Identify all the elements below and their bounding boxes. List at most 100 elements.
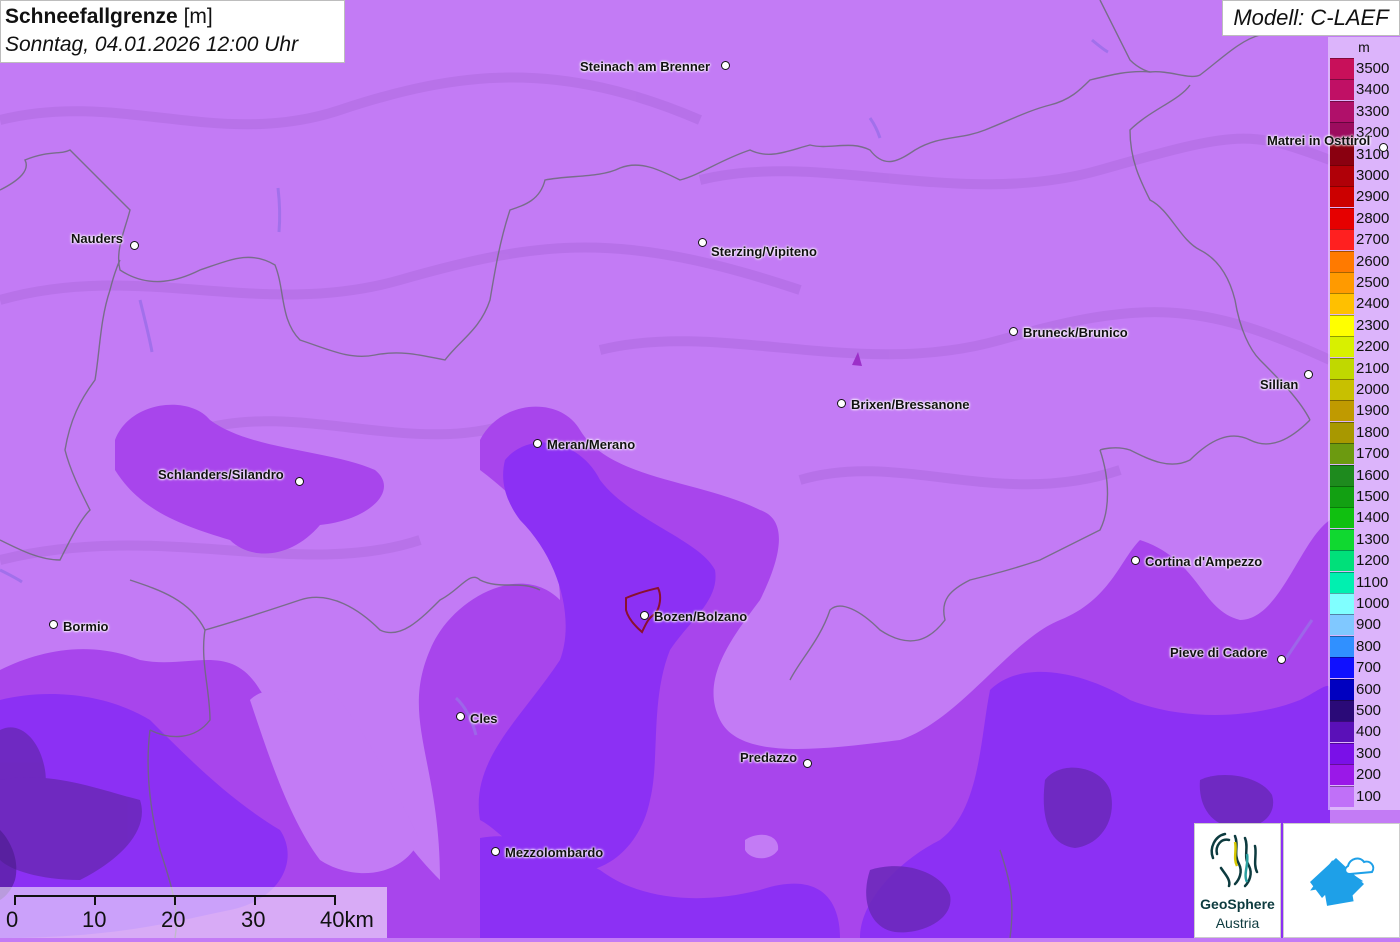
- legend-swatch: [1330, 785, 1354, 807]
- legend-item: 2100: [1328, 357, 1400, 379]
- legend-item: 2800: [1328, 207, 1400, 229]
- legend-item: 200: [1328, 764, 1400, 786]
- legend-value: 3300: [1356, 102, 1390, 120]
- place-marker: [1379, 143, 1388, 152]
- place-label: Bormio: [63, 619, 109, 634]
- legend-swatch: [1330, 272, 1354, 293]
- legend-swatch: [1330, 742, 1354, 764]
- weather-app-logo[interactable]: [1283, 823, 1400, 938]
- legend-swatch: [1330, 678, 1354, 700]
- legend-item: 3400: [1328, 79, 1400, 101]
- legend-value: 1300: [1356, 530, 1390, 548]
- legend-swatch: [1330, 379, 1354, 400]
- legend-value: 1900: [1356, 402, 1390, 420]
- legend-value: 400: [1356, 723, 1382, 741]
- scale-label: 0: [6, 907, 19, 932]
- geosphere-name: GeoSphere: [1200, 896, 1275, 912]
- legend-swatch: [1330, 421, 1354, 443]
- legend-swatch: [1330, 207, 1354, 229]
- legend-item: 1400: [1328, 507, 1400, 529]
- legend-swatch: [1330, 657, 1354, 679]
- place-marker: [533, 439, 542, 448]
- legend-swatch: [1330, 721, 1354, 743]
- legend-item: 1900: [1328, 400, 1400, 422]
- legend-value: 2400: [1356, 295, 1390, 313]
- legend-value: 2300: [1356, 316, 1390, 334]
- legend-value: 700: [1356, 659, 1382, 677]
- legend-swatch: [1330, 58, 1354, 79]
- place-label: Sterzing/Vipiteno: [711, 244, 817, 259]
- map-title: Schneefallgrenze [m]: [5, 5, 213, 28]
- scale-tick: [14, 895, 16, 905]
- place-marker: [721, 61, 730, 70]
- legend-value: 2000: [1356, 381, 1390, 398]
- legend-item: 2700: [1328, 229, 1400, 251]
- legend-item: 1100: [1328, 571, 1400, 593]
- legend-value: 300: [1356, 744, 1382, 762]
- geosphere-logo[interactable]: GeoSphere Austria: [1194, 823, 1281, 938]
- legend-swatch: [1330, 764, 1354, 786]
- legend-value: 800: [1356, 637, 1382, 655]
- legend-swatch: [1330, 593, 1354, 614]
- place-label: Meran/Merano: [547, 437, 636, 452]
- place-marker: [1131, 556, 1140, 565]
- place-label: Brixen/Bressanone: [851, 397, 970, 412]
- legend-swatch: [1330, 400, 1354, 422]
- weather-cloud-icon: [1310, 857, 1375, 906]
- legend-item: 500: [1328, 700, 1400, 721]
- legend-value: 100: [1356, 787, 1382, 805]
- place-marker: [803, 759, 812, 768]
- legend-value: 1200: [1356, 552, 1390, 570]
- legend-swatch: [1330, 464, 1354, 486]
- scale-label: 40km: [320, 907, 374, 932]
- legend-value: 1000: [1356, 595, 1390, 612]
- map-datetime: Sonntag, 04.01.2026 12:00 Uhr: [5, 33, 299, 56]
- scale-label: 30: [241, 907, 266, 932]
- legend-item: 1500: [1328, 486, 1400, 507]
- legend-item: 900: [1328, 614, 1400, 636]
- place-label: Predazzo: [740, 750, 798, 765]
- legend-value: 1400: [1356, 509, 1390, 527]
- legend-item: 1600: [1328, 464, 1400, 486]
- legend-value: 500: [1356, 702, 1382, 719]
- place-marker: [456, 712, 465, 721]
- legend-item: 2500: [1328, 272, 1400, 293]
- legend-swatch: [1330, 79, 1354, 101]
- legend-swatch: [1330, 614, 1354, 636]
- legend-value: 2900: [1356, 188, 1390, 206]
- scale-label: 10: [82, 907, 107, 932]
- legend-item: 1200: [1328, 550, 1400, 572]
- legend-value: 200: [1356, 766, 1382, 784]
- place-label: Schlanders/Silandro: [158, 467, 284, 482]
- color-legend: m 3500 3400 3300 3200 3100 3000 2900 2800 2700 26…: [1328, 37, 1400, 810]
- geosphere-emblem-icon: [1210, 832, 1259, 888]
- legend-swatch: [1330, 486, 1354, 507]
- legend-value: 3400: [1356, 81, 1390, 99]
- legend-value: 2700: [1356, 231, 1390, 249]
- legend-swatch: [1330, 293, 1354, 315]
- legend-swatch: [1330, 186, 1354, 208]
- legend-item: 2900: [1328, 186, 1400, 208]
- legend-swatch: [1330, 443, 1354, 465]
- scale-tick: [254, 895, 256, 905]
- place-marker: [130, 241, 139, 250]
- legend-value: 1800: [1356, 423, 1390, 441]
- legend-item: 1800: [1328, 421, 1400, 443]
- place-marker: [698, 238, 707, 247]
- legend-value: 1600: [1356, 466, 1390, 484]
- place-marker: [49, 620, 58, 629]
- legend-item: 3000: [1328, 165, 1400, 186]
- place-label: Pieve di Cadore: [1170, 645, 1268, 660]
- place-marker: [1304, 370, 1313, 379]
- legend-value: 3000: [1356, 167, 1390, 184]
- scale-tick: [94, 895, 96, 905]
- map-title-box: Schneefallgrenze [m] Sonntag, 04.01.2026…: [0, 0, 345, 63]
- legend-item: 1700: [1328, 443, 1400, 465]
- place-label: Nauders: [71, 231, 124, 246]
- scale-label: 20: [161, 907, 186, 932]
- place-label: Mezzolombardo: [505, 845, 604, 860]
- legend-item: 3500: [1328, 58, 1400, 79]
- legend-swatch: [1330, 250, 1354, 272]
- legend-value: 2600: [1356, 252, 1390, 270]
- legend-item: 100: [1328, 785, 1400, 807]
